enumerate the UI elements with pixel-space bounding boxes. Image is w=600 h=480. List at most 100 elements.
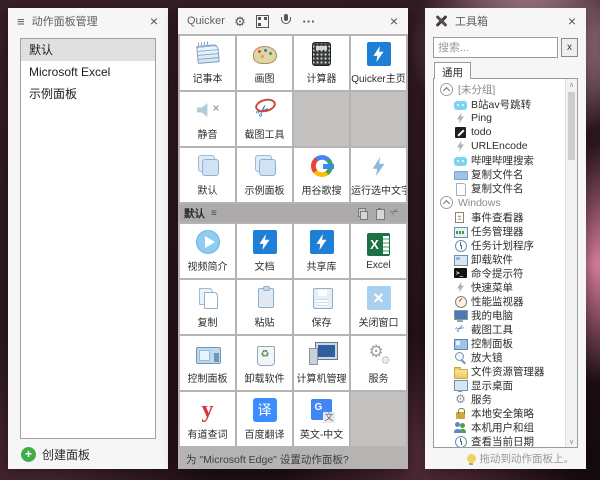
quicker-body: 记事本 画图 计算器 Quicker主页 [178, 34, 408, 469]
toolbox-item[interactable]: 本机用户和组 [434, 420, 577, 434]
search-input[interactable] [433, 37, 558, 58]
microphone-glyph [279, 13, 293, 29]
action-label: 记事本 [193, 70, 223, 85]
action-label: 保存 [312, 314, 332, 329]
group-items-windows: 事件查看器 任务管理器 任务计划程序 卸载软件 [434, 210, 577, 448]
clear-search-button[interactable]: x [561, 38, 578, 57]
action-label: 粘贴 [255, 314, 275, 329]
close-icon[interactable]: × [140, 8, 168, 34]
copy-icon[interactable] [357, 208, 368, 219]
toolbox-item[interactable]: 显示桌面 [434, 378, 577, 392]
action-cell[interactable]: 计算器 [294, 36, 349, 90]
toolbox-item-label: 本地安全策略 [471, 406, 534, 421]
action-cell[interactable]: 共享库 [294, 224, 349, 278]
quicker-window: Quicker ⚙ ··· × 记事本 画图 [178, 8, 408, 469]
action-cell[interactable]: 粘贴 [237, 280, 292, 334]
toolbox-item[interactable]: 快速菜单 [434, 280, 577, 294]
scroll-up-icon[interactable]: ∧ [569, 79, 574, 90]
action-cell[interactable]: 百度翻译 [237, 392, 292, 446]
action-cell[interactable]: 计算机管理 [294, 336, 349, 390]
scrollbar[interactable]: ∧ ∨ [565, 79, 577, 447]
action-cell[interactable]: 英文-中文 [294, 392, 349, 446]
panel-manager-titlebar[interactable]: ≡ 动作面板管理 × [8, 8, 168, 34]
tab-general[interactable]: 通用 [434, 62, 471, 79]
toolbox-item[interactable]: 事件查看器 [434, 210, 577, 224]
scrollbar-thumb[interactable] [568, 92, 575, 160]
action-cell[interactable]: 画图 [237, 36, 292, 90]
action-cell[interactable]: 运行选中文字 [351, 148, 406, 202]
toolbox-item[interactable]: 任务计划程序 [434, 238, 577, 252]
action-label: 视频简介 [188, 258, 228, 273]
boltg-icon [454, 140, 467, 153]
toolbox-item[interactable]: 本地安全策略 [434, 406, 577, 420]
toolbox-item[interactable]: 我的电脑 [434, 308, 577, 322]
gear-icon[interactable]: ⚙ [232, 13, 248, 29]
toolbox-item[interactable]: URLEncode [434, 139, 577, 153]
toolbox-item[interactable]: 截图工具 [434, 322, 577, 336]
action-cell[interactable]: 有道查词 [180, 392, 235, 446]
toolbox-item[interactable]: B站av号跳转 [434, 97, 577, 111]
qr-code-glyph [256, 15, 269, 28]
save-icon [307, 285, 337, 312]
scroll-down-icon[interactable]: ∨ [569, 436, 574, 447]
toolbox-item[interactable]: 任务管理器 [434, 224, 577, 238]
toolbox-item[interactable]: 卸载软件 [434, 252, 577, 266]
toolbox-item-label: 注册表编辑器 [471, 448, 534, 449]
section-menu-icon[interactable]: ≡ [211, 208, 217, 219]
toolbox-item[interactable]: 性能监视器 [434, 294, 577, 308]
panel-list-item-default[interactable]: 默认 [21, 39, 155, 61]
action-cell[interactable]: Quicker主页 [351, 36, 406, 90]
panel-list-item-excel[interactable]: Microsoft Excel [21, 61, 155, 83]
toolbox-item[interactable]: 哔哩哔哩搜索 [434, 153, 577, 167]
paste-icon[interactable] [374, 208, 385, 219]
toolbox-titlebar[interactable]: 工具箱 × [425, 8, 586, 34]
eventlog-icon [454, 211, 467, 224]
action-cell[interactable]: 截图工具 [237, 92, 292, 146]
group-header-windows[interactable]: Windows [434, 195, 577, 210]
group-header-ungrouped[interactable]: [未分组] [434, 82, 577, 97]
action-cell[interactable]: 保存 [294, 280, 349, 334]
boltg-icon [454, 112, 467, 125]
action-label: 静音 [198, 126, 218, 141]
more-icon[interactable]: ··· [301, 13, 317, 29]
action-cell[interactable]: 示例面板 [237, 148, 292, 202]
toolbox-item[interactable]: 放大镜 [434, 350, 577, 364]
toolbox-item[interactable]: Ping [434, 111, 577, 125]
toolbox-item[interactable]: 控制面板 [434, 336, 577, 350]
toolbox-item[interactable]: todo [434, 125, 577, 139]
create-panel-label: 创建面板 [42, 446, 90, 463]
microphone-icon[interactable] [278, 13, 294, 29]
action-cell[interactable]: Excel [351, 224, 406, 278]
toolbox-item[interactable]: 命令提示符 [434, 266, 577, 280]
action-cell[interactable]: 服务 [351, 336, 406, 390]
cut-icon[interactable] [391, 208, 402, 219]
action-cell[interactable]: 卸载软件 [237, 336, 292, 390]
qr-code-icon[interactable] [255, 13, 271, 29]
toolbox-item-label: 复制文件名 [471, 181, 524, 196]
toolbox-title: 工具箱 [455, 13, 488, 29]
toolbox-item[interactable]: 复制文件名 [434, 167, 577, 181]
close-icon[interactable]: × [380, 8, 408, 34]
action-cell[interactable]: 关闭窗口 [351, 280, 406, 334]
status-bar[interactable]: 为 "Microsoft Edge" 设置动作面板? [178, 450, 408, 469]
action-label: 用谷歌搜 [302, 182, 342, 197]
menu-icon[interactable]: ≡ [17, 15, 25, 28]
toolbox-item[interactable]: 服务 [434, 392, 577, 406]
uninst-icon [454, 253, 467, 266]
toolbox-item[interactable]: 复制文件名 [434, 181, 577, 195]
action-cell[interactable]: 默认 [180, 148, 235, 202]
action-cell[interactable]: 静音 [180, 92, 235, 146]
action-cell[interactable]: 复制 [180, 280, 235, 334]
action-cell[interactable]: 控制面板 [180, 336, 235, 390]
excel-icon [364, 231, 394, 258]
panel-list-item-sample[interactable]: 示例面板 [21, 83, 155, 105]
quicker-titlebar[interactable]: Quicker ⚙ ··· × [178, 8, 408, 34]
action-cell[interactable]: 记事本 [180, 36, 235, 90]
toolbox-item[interactable]: 查看当前日期 [434, 434, 577, 448]
action-cell[interactable]: 用谷歌搜 [294, 148, 349, 202]
toolbox-item[interactable]: 文件资源管理器 [434, 364, 577, 378]
action-cell[interactable]: 视频简介 [180, 224, 235, 278]
action-cell[interactable]: 文档 [237, 224, 292, 278]
create-panel-button[interactable]: + 创建面板 [8, 439, 168, 469]
close-icon[interactable]: × [558, 8, 586, 34]
